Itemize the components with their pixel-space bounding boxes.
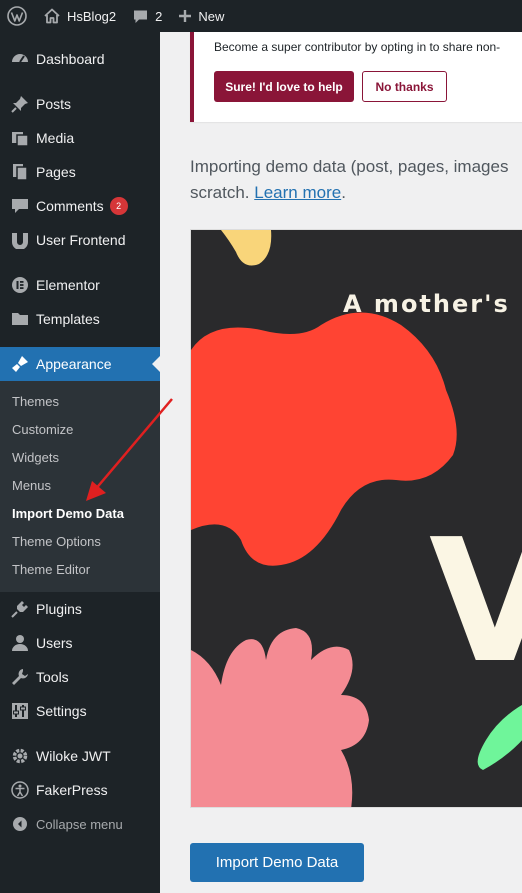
wrench-icon [10,667,30,687]
sidebar-item-label: Posts [36,96,72,112]
sidebar-item-label: Comments [36,198,104,214]
brush-icon [10,354,30,374]
sidebar-item-comments[interactable]: Comments 2 [0,189,160,223]
comments-badge: 2 [109,197,128,215]
wordpress-icon [7,6,27,26]
submenu-item-theme-editor[interactable]: Theme Editor [12,556,90,584]
sidebar-item-label: Appearance [36,356,112,372]
sidebar-item-user-frontend[interactable]: User Frontend [0,223,160,257]
accessibility-icon [10,780,30,800]
learn-more-link[interactable]: Learn more [254,183,341,202]
sidebar-item-label: User Frontend [36,232,126,248]
sidebar-item-media[interactable]: Media [0,121,160,155]
sidebar-item-label: Plugins [36,601,82,617]
sidebar-item-tools[interactable]: Tools [0,660,160,694]
plugin-icon [10,599,30,619]
comments-link[interactable]: 2 [124,0,170,32]
submenu-item-import-demo-data[interactable]: Import Demo Data [12,500,124,528]
sidebar-item-appearance[interactable]: Appearance [0,347,160,381]
folder-icon [10,309,30,329]
submenu-item-theme-options[interactable]: Theme Options [12,528,101,556]
sidebar-item-settings[interactable]: Settings [0,694,160,728]
description-suffix: . [341,183,346,202]
wordpress-logo-button[interactable] [0,0,35,32]
submenu-item-customize[interactable]: Customize [12,416,73,444]
new-label: New [198,8,225,24]
admin-bar: HsBlog2 2 New [0,0,522,32]
preview-artwork: A mother's V [191,230,522,807]
gear-icon [10,746,30,766]
sidebar-item-label: Settings [36,703,87,719]
demo-preview-image: A mother's V [190,229,522,808]
submenu-item-widgets[interactable]: Widgets [12,444,59,472]
sidebar-item-label: Dashboard [36,51,105,67]
comment-icon [10,196,30,216]
sidebar-item-templates[interactable]: Templates [0,302,160,336]
import-demo-data-button[interactable]: Import Demo Data [190,843,364,882]
new-content-link[interactable]: New [170,0,232,32]
decline-button[interactable]: No thanks [362,71,447,102]
sidebar-item-pages[interactable]: Pages [0,155,160,189]
site-name-link[interactable]: HsBlog2 [35,0,124,32]
sidebar-item-label: Elementor [36,277,100,293]
sidebar-item-plugins[interactable]: Plugins [0,592,160,626]
site-name: HsBlog2 [67,8,117,24]
home-icon [44,8,60,24]
sidebar-item-label: Collapse menu [36,816,123,832]
user-frontend-icon [10,230,30,250]
import-description: Importing demo data (post, pages, images… [190,154,522,206]
admin-sidebar: Dashboard Posts Media Pages Comments 2 U… [0,32,160,893]
accept-button[interactable]: Sure! I'd love to help [214,71,354,102]
comment-icon [134,10,148,23]
sidebar-item-posts[interactable]: Posts [0,87,160,121]
collapse-icon [10,814,30,834]
appearance-submenu: Themes Customize Widgets Menus Import De… [0,381,160,592]
sidebar-item-label: Templates [36,311,100,327]
opt-in-notice: Become a super contributor by opting in … [190,32,522,122]
sidebar-item-dashboard[interactable]: Dashboard [0,42,160,76]
notice-text: Become a super contributor by opting in … [214,40,501,54]
preview-big-letter: V [429,503,522,701]
sidebar-item-label: FakerPress [36,782,108,798]
submenu-item-menus[interactable]: Menus [12,472,51,500]
preview-heading: A mother's [343,290,510,318]
description-line-2: scratch. Learn more. [190,180,522,206]
description-line-1: Importing demo data (post, pages, images [190,157,509,176]
sidebar-item-users[interactable]: Users [0,626,160,660]
comments-count: 2 [155,8,163,24]
description-prefix: scratch. [190,183,255,202]
sidebar-item-label: Tools [36,669,69,685]
sidebar-item-fakerpress[interactable]: FakerPress [0,773,160,807]
sidebar-item-label: Media [36,130,75,146]
sidebar-item-label: Users [36,635,73,651]
pin-icon [10,94,30,114]
user-icon [10,633,30,653]
dashboard-icon [10,49,30,69]
sidebar-item-label: Pages [36,164,76,180]
media-icon [10,128,30,148]
sidebar-item-wiloke-jwt[interactable]: Wiloke JWT [0,739,160,773]
sidebar-item-elementor[interactable]: Elementor [0,268,160,302]
elementor-icon [10,275,30,295]
plus-icon [179,10,192,22]
sidebar-item-label: Wiloke JWT [36,748,111,764]
settings-icon [10,701,30,721]
collapse-menu-button[interactable]: Collapse menu [0,807,160,841]
submenu-item-themes[interactable]: Themes [12,388,59,416]
current-menu-arrow [152,356,160,372]
pages-icon [10,162,30,182]
